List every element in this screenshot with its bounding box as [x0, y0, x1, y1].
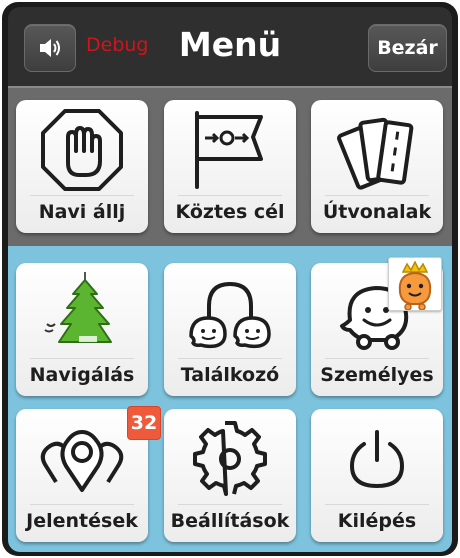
waypoint-flag-icon: [195, 111, 263, 189]
tile-divider: [178, 195, 282, 196]
tile-divider: [178, 504, 282, 505]
close-button[interactable]: Bezár: [368, 24, 447, 72]
menu-item-label: Jelentések: [26, 510, 138, 532]
tile-divider: [178, 358, 282, 359]
menu-item-navigate[interactable]: Navigálás: [16, 263, 148, 396]
menu-item-label: Személyes: [320, 364, 434, 386]
menu-item-waypoint[interactable]: Köztes cél: [164, 100, 296, 233]
tile-divider: [30, 195, 134, 196]
tile-divider: [325, 358, 429, 359]
air-freshener-tree-icon: [44, 272, 112, 343]
menu-item-label: Köztes cél: [175, 201, 285, 223]
menu-item-meetup[interactable]: Találkozó: [164, 263, 296, 396]
stop-hand-icon: [41, 109, 123, 191]
report-pins-icon: [40, 430, 124, 492]
gear-icon: [193, 421, 267, 496]
meetup-wazers-icon: [189, 281, 271, 349]
menu-item-exit[interactable]: Kilépés: [311, 409, 443, 542]
app-frame: Debug Menü Bezár Navi állj Köztes cél Út…: [2, 2, 458, 556]
reports-count-badge: 32: [127, 406, 161, 440]
tile-divider: [30, 358, 134, 359]
menu-item-label: Navi állj: [38, 201, 126, 223]
power-icon: [349, 430, 405, 489]
tile-divider: [30, 504, 134, 505]
header-bar: Debug Menü Bezár: [8, 7, 452, 86]
avatar[interactable]: [388, 257, 442, 311]
menu-item-routes[interactable]: Útvonalak: [311, 100, 443, 233]
menu-item-label: Kilépés: [337, 510, 417, 532]
mood-avatar-icon: [398, 260, 432, 311]
tile-divider: [325, 195, 429, 196]
route-cards-icon: [337, 117, 414, 190]
menu-item-label: Útvonalak: [322, 201, 432, 223]
menu-item-label: Beállítások: [170, 510, 290, 532]
menu-item-settings[interactable]: Beállítások: [164, 409, 296, 542]
menu-item-label: Navigálás: [29, 364, 135, 386]
menu-item-stop-navigation[interactable]: Navi állj: [16, 100, 148, 233]
tile-divider: [325, 504, 429, 505]
menu-item-label: Találkozó: [180, 364, 280, 386]
